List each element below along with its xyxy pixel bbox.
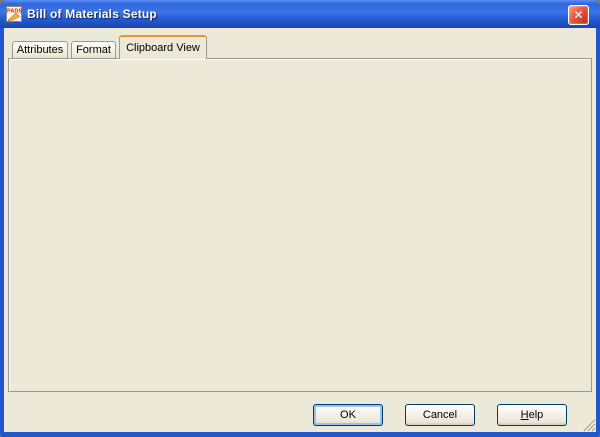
bill-of-materials-dialog: PADS Bill of Materials Setup ✕ Attribute… <box>0 0 600 437</box>
tab-label: Attributes <box>17 44 63 56</box>
tab-format[interactable]: Format <box>71 41 116 58</box>
tab-label: Clipboard View <box>126 42 200 54</box>
help-button[interactable]: Help <box>497 404 567 426</box>
close-icon: ✕ <box>573 8 583 22</box>
resize-grip-icon[interactable] <box>582 418 596 432</box>
help-rest: elp <box>529 409 544 421</box>
pads-logo-text: PADS <box>7 9 22 15</box>
title-bar[interactable]: PADS Bill of Materials Setup ✕ <box>0 0 600 28</box>
tab-clipboard-view[interactable]: Clipboard View <box>119 35 207 59</box>
ok-button[interactable]: OK <box>313 404 383 426</box>
window-title: Bill of Materials Setup <box>27 7 157 21</box>
tab-page-clipboard-view <box>8 58 592 392</box>
pads-app-icon: PADS <box>6 6 22 22</box>
cancel-button[interactable]: Cancel <box>405 404 475 426</box>
help-accel: H <box>521 409 529 421</box>
tab-label: Format <box>76 44 111 56</box>
close-button[interactable]: ✕ <box>568 5 589 25</box>
tab-attributes[interactable]: Attributes <box>12 41 68 58</box>
